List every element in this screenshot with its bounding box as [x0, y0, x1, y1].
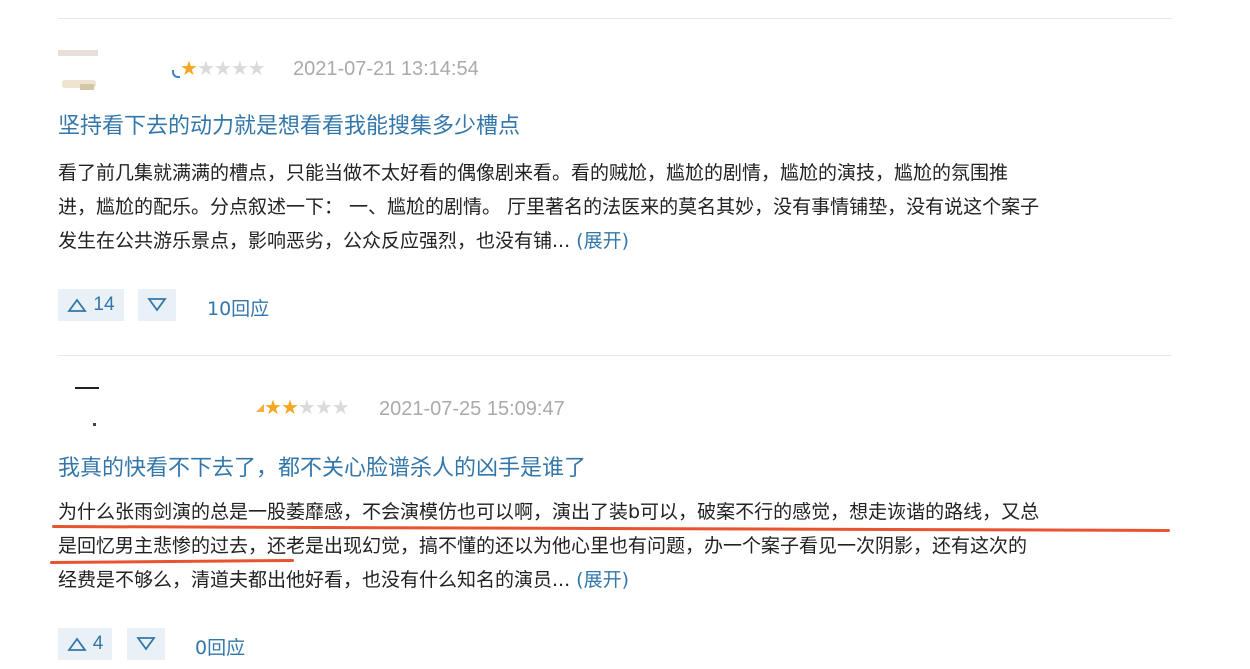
username-fragment — [256, 404, 264, 412]
star-icon: ★ — [280, 395, 299, 419]
review-body: 看了前几集就满满的槽点，只能当做不太好看的偶像剧来看。看的贼尬，尴尬的剧情，尴尬… — [58, 156, 1178, 258]
review-time: 2021-07-21 13:14:54 — [293, 58, 479, 80]
expand-link[interactable]: 展开 — [584, 569, 622, 591]
triangle-down-icon — [136, 637, 156, 651]
body-line: 看了前几集就满满的槽点，只能当做不太好看的偶像剧来看。看的贼尬，尴尬的剧情，尴尬… — [58, 162, 1009, 184]
body-line: 发生在公共游乐景点，影响恶劣，公众反应强烈，也没有铺... (展开) — [58, 230, 630, 252]
reply-link[interactable]: 10回应 — [207, 294, 269, 321]
rating-stars: ★ ★ ★ ★ ★ — [264, 395, 350, 419]
upvote-button[interactable]: 14 — [58, 289, 124, 321]
body-line: 为什么张雨剑演的总是一股萎靡感，不会演模仿也可以啊，演出了装b可以，破案不行的感… — [58, 501, 1040, 523]
avatar[interactable] — [75, 387, 105, 427]
review-title[interactable]: 我真的快看不下去了，都不关心脸谱杀人的凶手是谁了 — [58, 450, 586, 482]
triangle-up-icon — [67, 298, 88, 312]
upvote-button[interactable]: 4 — [58, 628, 112, 660]
downvote-button[interactable] — [127, 628, 165, 660]
upvote-count: 14 — [93, 294, 115, 315]
review-body: 为什么张雨剑演的总是一股萎靡感，不会演模仿也可以啊，演出了装b可以，破案不行的感… — [58, 495, 1178, 597]
star-icon: ★ — [213, 56, 232, 80]
star-icon: ★ — [264, 395, 282, 419]
triangle-up-icon — [66, 637, 87, 651]
username-fragment — [172, 70, 180, 78]
downvote-button[interactable] — [138, 289, 176, 321]
triangle-down-icon — [147, 298, 167, 312]
expand-link[interactable]: 展开 — [584, 230, 622, 252]
star-icon: ★ — [230, 56, 249, 80]
star-icon: ★ — [180, 56, 198, 80]
review-title[interactable]: 坚持看下去的动力就是想看看我能搜集多少槽点 — [58, 108, 520, 140]
reply-link[interactable]: 0回应 — [195, 633, 245, 660]
rating-stars: ★ ★ ★ ★ ★ — [180, 56, 266, 80]
divider — [58, 355, 1172, 356]
upvote-count: 4 — [92, 633, 104, 654]
star-icon: ★ — [314, 395, 333, 419]
body-line: 经费是不够么，清道夫都出他好看，也没有什么知名的演员... (展开) — [58, 569, 630, 591]
review-time: 2021-07-25 15:09:47 — [379, 398, 565, 420]
star-icon: ★ — [196, 56, 215, 80]
star-icon: ★ — [331, 395, 350, 419]
star-icon: ★ — [297, 395, 316, 419]
divider — [58, 18, 1172, 19]
star-icon: ★ — [247, 56, 266, 80]
body-line: 进，尴尬的配乐。分点叙述一下： 一、尴尬的剧情。 厅里著名的法医来的莫名其妙，没… — [58, 196, 1040, 218]
avatar[interactable] — [58, 50, 98, 90]
body-line: 是回忆男主悲惨的过去，还老是出现幻觉，搞不懂的还以为他心里也有问题，办一个案子看… — [58, 535, 1028, 557]
